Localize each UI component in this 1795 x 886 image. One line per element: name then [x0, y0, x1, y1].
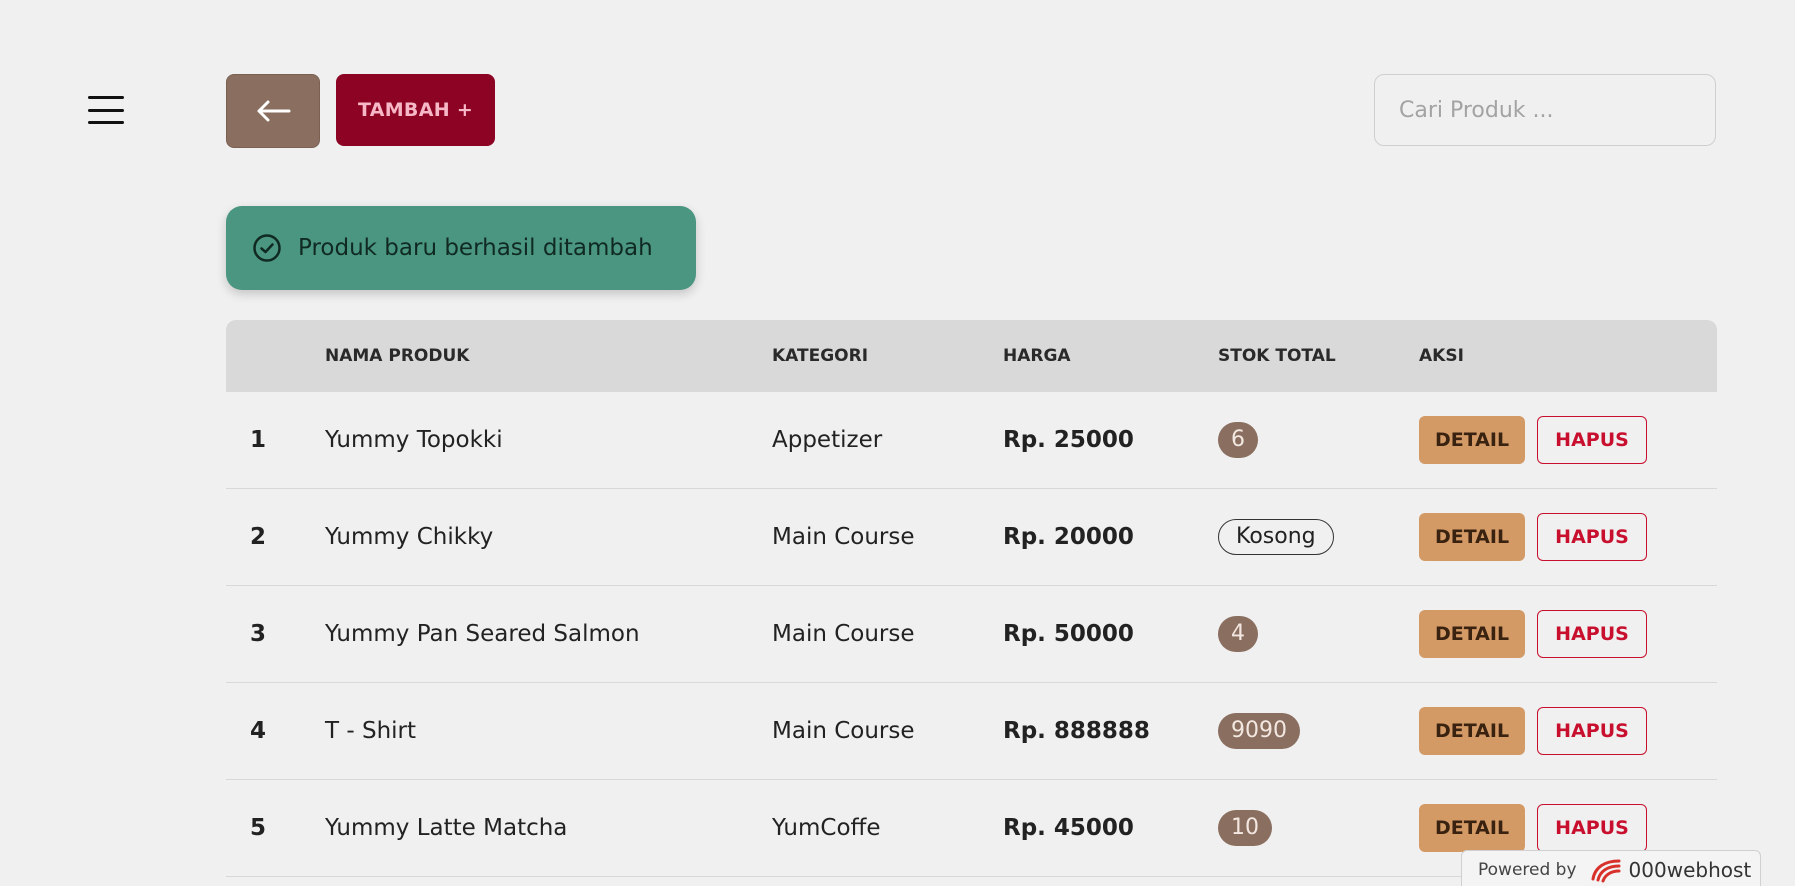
- delete-button[interactable]: HAPUS: [1537, 707, 1647, 755]
- stock-cell: Kosong: [1218, 489, 1334, 585]
- row-number: 2: [250, 524, 267, 550]
- product-price: Rp. 20000: [1003, 524, 1134, 550]
- row-number: 3: [250, 621, 267, 647]
- table-row: 3 Yummy Pan Seared Salmon Main Course Rp…: [226, 586, 1717, 683]
- actions-cell: DETAIL HAPUS: [1419, 392, 1647, 488]
- arrow-left-icon: [257, 100, 291, 122]
- product-price: Rp. 50000: [1003, 621, 1134, 647]
- row-number: 5: [250, 815, 267, 841]
- detail-button[interactable]: DETAIL: [1419, 416, 1525, 464]
- stock-badge: 4: [1218, 616, 1258, 652]
- detail-button[interactable]: DETAIL: [1419, 804, 1525, 852]
- actions-cell: DETAIL HAPUS: [1419, 489, 1647, 585]
- stock-badge: 10: [1218, 810, 1272, 846]
- product-price: Rp. 45000: [1003, 815, 1134, 841]
- actions-cell: DETAIL HAPUS: [1419, 683, 1647, 779]
- delete-button[interactable]: HAPUS: [1537, 416, 1647, 464]
- stock-cell: 10: [1218, 780, 1272, 876]
- delete-button[interactable]: HAPUS: [1537, 513, 1647, 561]
- product-price: Rp. 888888: [1003, 718, 1150, 744]
- detail-button[interactable]: DETAIL: [1419, 707, 1525, 755]
- delete-button[interactable]: HAPUS: [1537, 610, 1647, 658]
- product-name: Yummy Latte Matcha: [325, 815, 568, 841]
- alert-message: Produk baru berhasil ditambah: [298, 235, 653, 261]
- webhost-brand: 000webhost: [1628, 858, 1752, 882]
- stock-cell: 6: [1218, 392, 1258, 488]
- detail-button[interactable]: DETAIL: [1419, 513, 1525, 561]
- stock-badge: Kosong: [1218, 519, 1334, 555]
- powered-by-label: Powered by: [1478, 860, 1577, 880]
- back-button[interactable]: [226, 74, 320, 148]
- add-product-button[interactable]: TAMBAH +: [336, 74, 495, 146]
- product-name: Yummy Pan Seared Salmon: [325, 621, 640, 647]
- product-price: Rp. 25000: [1003, 427, 1134, 453]
- stock-cell: 9090: [1218, 683, 1300, 779]
- search-input[interactable]: [1374, 74, 1716, 146]
- product-name: Yummy Chikky: [325, 524, 494, 550]
- column-header-price: HARGA: [1003, 346, 1071, 366]
- product-category: Main Course: [772, 524, 915, 550]
- column-header-actions: AKSI: [1419, 346, 1464, 366]
- product-table: NAMA PRODUK KATEGORI HARGA STOK TOTAL AK…: [226, 320, 1717, 877]
- table-row: 2 Yummy Chikky Main Course Rp. 20000 Kos…: [226, 489, 1717, 586]
- delete-button[interactable]: HAPUS: [1537, 804, 1647, 852]
- detail-button[interactable]: DETAIL: [1419, 610, 1525, 658]
- page: TAMBAH + Produk baru berhasil ditambah N…: [0, 0, 1795, 886]
- success-alert: Produk baru berhasil ditambah: [226, 206, 696, 290]
- column-header-name: NAMA PRODUK: [325, 346, 470, 366]
- powered-by-badge[interactable]: Powered by 000webhost: [1461, 850, 1761, 886]
- stock-cell: 4: [1218, 586, 1258, 682]
- product-name: Yummy Topokki: [325, 427, 503, 453]
- webhost-logo-icon: [1591, 859, 1621, 883]
- product-name: T - Shirt: [325, 718, 417, 744]
- table-row: 4 T - Shirt Main Course Rp. 888888 9090 …: [226, 683, 1717, 780]
- column-header-stock: STOK TOTAL: [1218, 346, 1336, 366]
- product-category: YumCoffe: [772, 815, 881, 841]
- row-number: 1: [250, 427, 267, 453]
- table-header: NAMA PRODUK KATEGORI HARGA STOK TOTAL AK…: [226, 320, 1717, 392]
- table-row: 1 Yummy Topokki Appetizer Rp. 25000 6 DE…: [226, 392, 1717, 489]
- product-category: Main Course: [772, 621, 915, 647]
- product-category: Main Course: [772, 718, 915, 744]
- table-body: 1 Yummy Topokki Appetizer Rp. 25000 6 DE…: [226, 392, 1717, 877]
- actions-cell: DETAIL HAPUS: [1419, 586, 1647, 682]
- product-category: Appetizer: [772, 427, 883, 453]
- row-number: 4: [250, 718, 267, 744]
- stock-badge: 9090: [1218, 713, 1300, 749]
- column-header-category: KATEGORI: [772, 346, 869, 366]
- check-circle-icon: [253, 234, 281, 262]
- hamburger-menu-icon[interactable]: [88, 96, 124, 124]
- stock-badge: 6: [1218, 422, 1258, 458]
